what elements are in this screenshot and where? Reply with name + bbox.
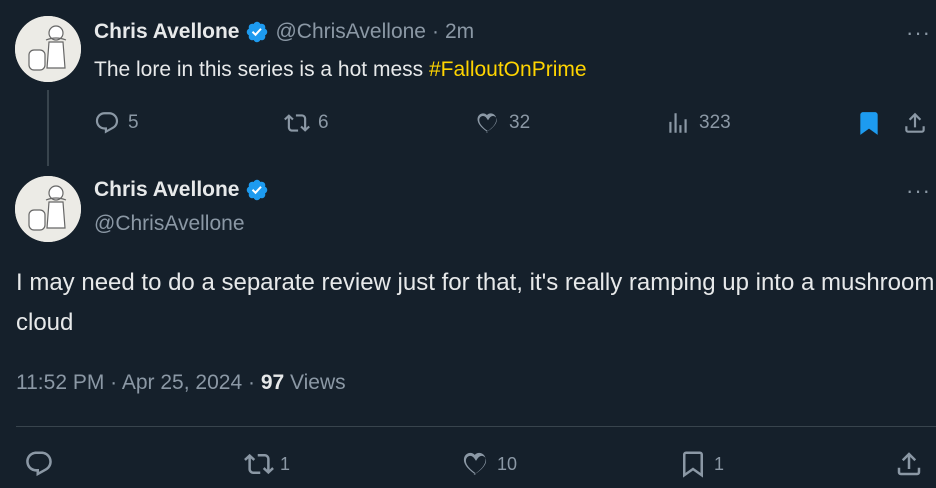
reply-button[interactable] <box>24 449 54 479</box>
repost-button[interactable]: 6 <box>284 110 329 136</box>
reply-button[interactable]: 5 <box>94 110 139 136</box>
share-icon <box>897 452 921 476</box>
timestamp[interactable]: 2m <box>445 20 474 44</box>
share-icon <box>905 112 925 133</box>
avatar[interactable] <box>15 176 81 242</box>
tweet1-header: Chris Avellone @ChrisAvellone · 2m <box>94 20 474 44</box>
handle[interactable]: @ChrisAvellone <box>94 212 245 236</box>
like-icon <box>477 113 497 133</box>
repost-button[interactable]: 1 <box>244 449 290 479</box>
separator: · <box>431 20 439 43</box>
handle[interactable]: @ChrisAvellone <box>275 20 426 44</box>
reply-icon <box>26 451 52 477</box>
views-count: 323 <box>699 112 731 133</box>
views-button[interactable]: 323 <box>665 110 731 136</box>
separator: · <box>110 371 118 394</box>
verified-badge-icon <box>247 21 268 43</box>
repost-count: 1 <box>280 453 291 474</box>
reply-count: 5 <box>128 112 139 133</box>
views-label: Views <box>290 371 346 394</box>
avatar[interactable] <box>15 16 81 82</box>
divider <box>16 426 936 427</box>
tweet-time[interactable]: 11:52 PM <box>16 371 104 394</box>
like-button[interactable]: 10 <box>461 449 517 479</box>
bookmark-button[interactable]: 1 <box>678 449 724 479</box>
repost-count: 6 <box>318 112 329 133</box>
tweet-meta: 11:52 PM · Apr 25, 2024 · 97 Views <box>16 371 346 395</box>
bookmark-count: 1 <box>714 453 725 474</box>
bookmark-button[interactable] <box>856 110 882 141</box>
reply-icon <box>95 112 119 134</box>
repost-icon <box>244 453 274 475</box>
like-count: 10 <box>497 453 518 474</box>
like-icon <box>463 452 487 475</box>
tweet1-text: The lore in this series is a hot mess #F… <box>94 58 587 82</box>
tweet2-header: Chris Avellone <box>94 178 269 202</box>
like-count: 32 <box>509 112 531 133</box>
thread-line <box>47 90 49 166</box>
avatar-image <box>15 16 81 82</box>
more-icon[interactable]: ··· <box>906 20 931 46</box>
more-icon[interactable]: ··· <box>906 178 931 204</box>
views-count: 97 <box>260 371 285 394</box>
bookmark-icon <box>683 451 703 478</box>
separator: · <box>247 371 255 394</box>
verified-badge-icon <box>247 179 268 201</box>
display-name[interactable]: Chris Avellone <box>94 20 239 44</box>
like-button[interactable]: 32 <box>475 110 530 136</box>
repost-icon <box>284 114 310 132</box>
share-button[interactable] <box>894 449 924 479</box>
hashtag-link[interactable]: #FalloutOnPrime <box>429 58 587 81</box>
display-name[interactable]: Chris Avellone <box>94 178 239 202</box>
avatar-image <box>15 176 81 242</box>
share-button[interactable] <box>902 110 928 141</box>
tweet2-text: I may need to do a separate review just … <box>16 269 935 336</box>
tweet-date[interactable]: Apr 25, 2024 <box>122 371 242 394</box>
tweet-body: The lore in this series is a hot mess <box>94 58 429 81</box>
bookmark-icon <box>860 112 878 135</box>
views-icon <box>669 113 687 133</box>
